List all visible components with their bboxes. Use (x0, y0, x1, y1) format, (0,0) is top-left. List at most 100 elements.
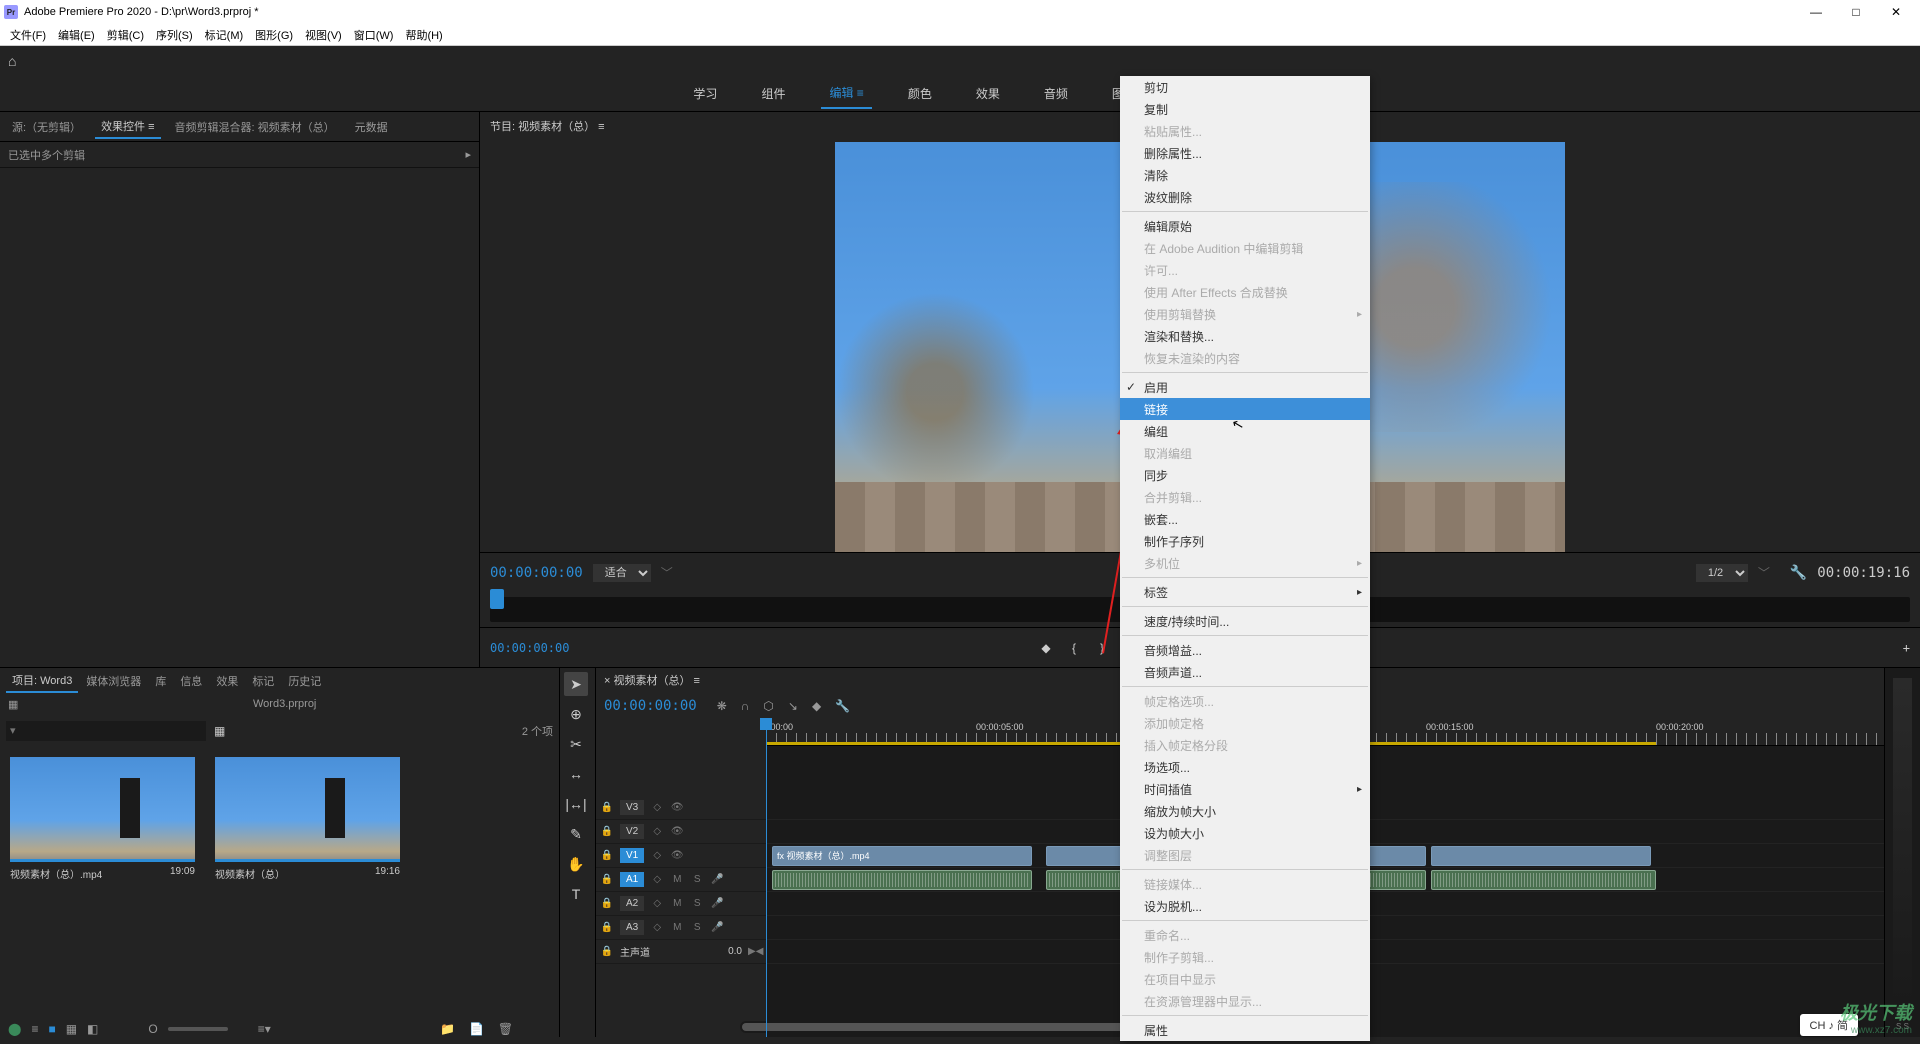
context-menu-item[interactable]: 波纹删除 (1120, 186, 1370, 208)
minimize-button[interactable]: — (1796, 5, 1836, 19)
tab-audio-mixer[interactable]: 音频剪辑混合器: 视频素材（总） (169, 116, 341, 138)
home-icon[interactable]: ⌂ (8, 53, 16, 69)
context-menu-item[interactable]: 场选项... (1120, 756, 1370, 778)
hand-tool-icon[interactable]: ✋ (564, 852, 588, 876)
maximize-button[interactable]: □ (1836, 5, 1876, 19)
insert-icon[interactable]: ↘ (788, 699, 798, 713)
pen-tool-icon[interactable]: ✎ (564, 822, 588, 846)
ripple-tool-icon[interactable]: ✂ (564, 732, 588, 756)
zoom-select[interactable]: 1/2 (1696, 564, 1748, 582)
context-menu-item[interactable]: ✓启用 (1120, 376, 1370, 398)
context-menu-item[interactable]: 时间插值 (1120, 778, 1370, 800)
tab-project[interactable]: 项目: Word3 (6, 669, 78, 693)
mark-in-icon[interactable]: ◆ (1036, 638, 1056, 658)
ws-tab-audio[interactable]: 音频 (1036, 79, 1076, 108)
track-header-master[interactable]: 🔒主声道0.0▶◀ (596, 940, 766, 964)
bin-nav-icon[interactable]: ▦ (8, 698, 18, 711)
track-header-a1[interactable]: 🔒A1◇MS🎤 (596, 868, 766, 892)
zoom-slider[interactable]: O (148, 1022, 157, 1036)
list-view-icon[interactable]: ≡ (31, 1022, 38, 1036)
freeform-icon[interactable]: ▦ (66, 1022, 77, 1036)
sort-icon[interactable]: ◧ (87, 1022, 98, 1036)
context-menu-item[interactable]: 清除 (1120, 164, 1370, 186)
audio-clip[interactable] (772, 870, 1032, 890)
close-button[interactable]: ✕ (1876, 5, 1916, 19)
selection-tool-icon[interactable]: ➤ (564, 672, 588, 696)
playhead[interactable] (766, 718, 767, 1037)
context-menu-item[interactable]: 链接 (1120, 398, 1370, 420)
text-tool-icon[interactable]: T (564, 882, 588, 906)
overwrite-icon[interactable]: ◆ (812, 699, 821, 713)
razor-tool-icon[interactable]: ↔ (564, 762, 588, 786)
marker-icon[interactable]: ⬡ (763, 699, 773, 713)
tab-history[interactable]: 历史记 (282, 670, 327, 692)
ws-tab-edit[interactable]: 编辑 ≡ (821, 78, 871, 109)
context-menu-item[interactable]: 删除属性... (1120, 142, 1370, 164)
tab-media-browser[interactable]: 媒体浏览器 (80, 670, 147, 692)
slip-tool-icon[interactable]: |↔| (564, 792, 588, 816)
track-header-v3[interactable]: 🔒V3◇👁 (596, 796, 766, 820)
context-menu-item[interactable]: 属性 (1120, 1019, 1370, 1041)
context-menu-item[interactable]: 编辑原始 (1120, 215, 1370, 237)
video-clip[interactable]: fx 视频素材（总）.mp4 (772, 846, 1032, 866)
new-bin-icon[interactable]: 📁 (440, 1022, 455, 1036)
trash-icon[interactable]: 🗑 (498, 1022, 513, 1036)
track-header-v1[interactable]: 🔒V1◇👁 (596, 844, 766, 868)
context-menu-item[interactable]: 缩放为帧大小 (1120, 800, 1370, 822)
track-header-a3[interactable]: 🔒A3◇MS🎤 (596, 916, 766, 940)
snap-icon[interactable]: ❋ (717, 699, 727, 713)
add-button[interactable]: + (1903, 641, 1910, 655)
context-menu-item[interactable]: 复制 (1120, 98, 1370, 120)
project-item[interactable]: 视频素材（总）.mp419:09 (10, 757, 195, 885)
tab-markers[interactable]: 标记 (246, 670, 280, 692)
new-item-icon[interactable]: 📄 (469, 1022, 484, 1036)
menu-edit[interactable]: 编辑(E) (52, 25, 101, 45)
menu-clip[interactable]: 剪辑(C) (101, 25, 150, 45)
linked-sel-icon[interactable]: ∩ (741, 699, 750, 713)
tab-libraries[interactable]: 库 (149, 670, 172, 692)
menu-graphics[interactable]: 图形(G) (249, 25, 299, 45)
timeline-timecode[interactable]: 00:00:00:00 (604, 698, 697, 714)
filter-icon[interactable]: ▦ (214, 724, 225, 738)
program-timecode-in[interactable]: 00:00:00:00 (490, 565, 583, 581)
track-header-a2[interactable]: 🔒A2◇MS🎤 (596, 892, 766, 916)
context-menu-item[interactable]: 剪切 (1120, 76, 1370, 98)
ws-tab-color[interactable]: 颜色 (900, 79, 940, 108)
audio-clip[interactable] (1431, 870, 1656, 890)
context-menu-item[interactable]: 设为帧大小 (1120, 822, 1370, 844)
tab-source[interactable]: 源:（无剪辑） (6, 116, 87, 138)
context-menu-item[interactable]: 嵌套... (1120, 508, 1370, 530)
settings-menu-icon[interactable]: ≡▾ (258, 1022, 271, 1036)
ws-tab-assembly[interactable]: 组件 (753, 79, 793, 108)
context-menu-item[interactable]: 设为脱机... (1120, 895, 1370, 917)
video-clip[interactable] (1431, 846, 1651, 866)
tab-metadata[interactable]: 元数据 (349, 116, 394, 138)
context-menu-item[interactable]: 渲染和替换... (1120, 325, 1370, 347)
track-header-v2[interactable]: 🔒V2◇👁 (596, 820, 766, 844)
project-search-input[interactable] (6, 721, 206, 741)
rec-icon[interactable]: ⬤ (8, 1022, 21, 1036)
menu-help[interactable]: 帮助(H) (399, 25, 448, 45)
menu-window[interactable]: 窗口(W) (348, 25, 400, 45)
ws-tab-learn[interactable]: 学习 (685, 79, 725, 108)
tab-effect-controls[interactable]: 效果控件 ≡ (95, 115, 160, 139)
project-item[interactable]: 视频素材（总）19:16 (215, 757, 400, 885)
context-menu-item[interactable]: 制作子序列 (1120, 530, 1370, 552)
context-menu-item[interactable]: 同步 (1120, 464, 1370, 486)
tab-effects-panel[interactable]: 效果 (210, 670, 244, 692)
menu-view[interactable]: 视图(V) (299, 25, 348, 45)
icon-view-icon[interactable]: ■ (48, 1022, 55, 1036)
wrench-icon[interactable]: 🔧 (835, 699, 850, 713)
fit-select[interactable]: 适合 (593, 564, 651, 582)
menu-sequence[interactable]: 序列(S) (150, 25, 199, 45)
context-menu-item[interactable]: 标签 (1120, 581, 1370, 603)
mark-out-icon[interactable]: { (1064, 638, 1084, 658)
context-menu-item[interactable]: 音频增益... (1120, 639, 1370, 661)
ws-tab-effects[interactable]: 效果 (968, 79, 1008, 108)
settings-icon[interactable]: 🔧 (1790, 564, 1807, 581)
expand-arrow-icon[interactable]: ▸ (465, 148, 471, 161)
track-select-tool-icon[interactable]: ⊕ (564, 702, 588, 726)
context-menu-item[interactable]: 速度/持续时间... (1120, 610, 1370, 632)
menu-markers[interactable]: 标记(M) (199, 25, 250, 45)
context-menu-item[interactable]: 音频声道... (1120, 661, 1370, 683)
